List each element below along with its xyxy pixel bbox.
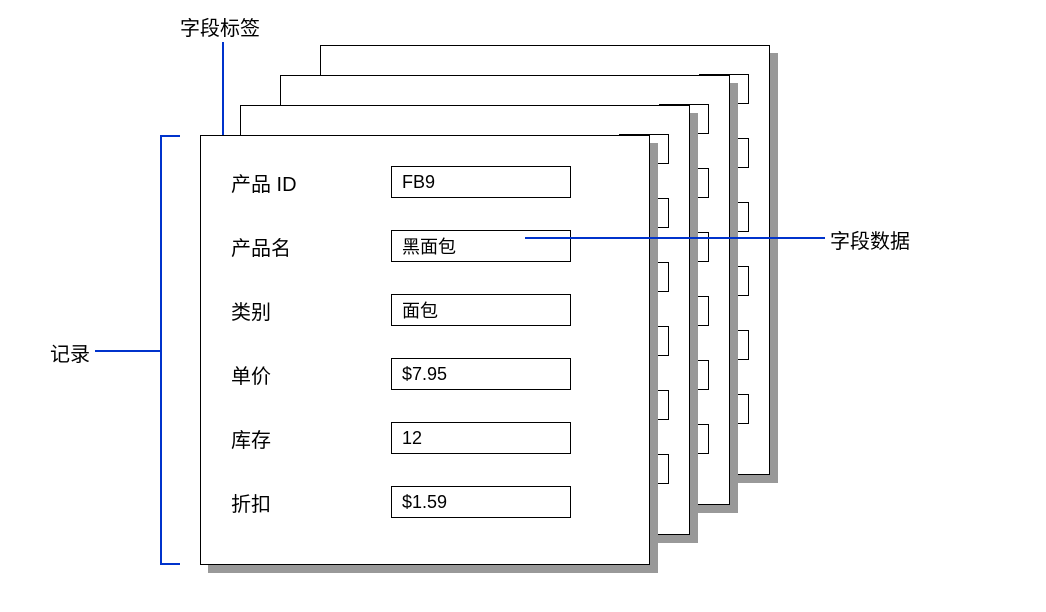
field-value-category: 面包 [391,294,571,326]
field-value-product-name: 黑面包 [391,230,571,262]
field-label-category: 类别 [231,296,391,325]
field-value-stock: 12 [391,422,571,454]
field-label-product-name: 产品名 [231,232,391,261]
field-row: 单价 $7.95 [231,356,619,392]
field-data-line [525,237,825,239]
field-value-product-id: FB9 [391,166,571,198]
field-value-discount: $1.59 [391,486,571,518]
record-annotation: 记录 [50,338,90,367]
field-value-unit-price: $7.95 [391,358,571,390]
record-bracket-bottom [160,563,180,565]
field-row: 产品 ID FB9 [231,164,619,200]
field-label-product-id: 产品 ID [231,168,391,197]
field-label-discount: 折扣 [231,488,391,517]
field-data-annotation: 字段数据 [830,225,910,254]
record-bracket [160,135,162,565]
record-bracket-top [160,135,180,137]
field-row: 类别 面包 [231,292,619,328]
record-line [95,350,160,352]
field-row: 库存 12 [231,420,619,456]
field-label-annotation: 字段标签 [180,12,260,41]
field-label-stock: 库存 [231,424,391,453]
record-card-front: 产品 ID FB9 产品名 黑面包 类别 面包 单价 $7.95 库存 12 折… [200,135,650,565]
field-row: 折扣 $1.59 [231,484,619,520]
field-row: 产品名 黑面包 [231,228,619,264]
field-label-unit-price: 单价 [231,360,391,389]
